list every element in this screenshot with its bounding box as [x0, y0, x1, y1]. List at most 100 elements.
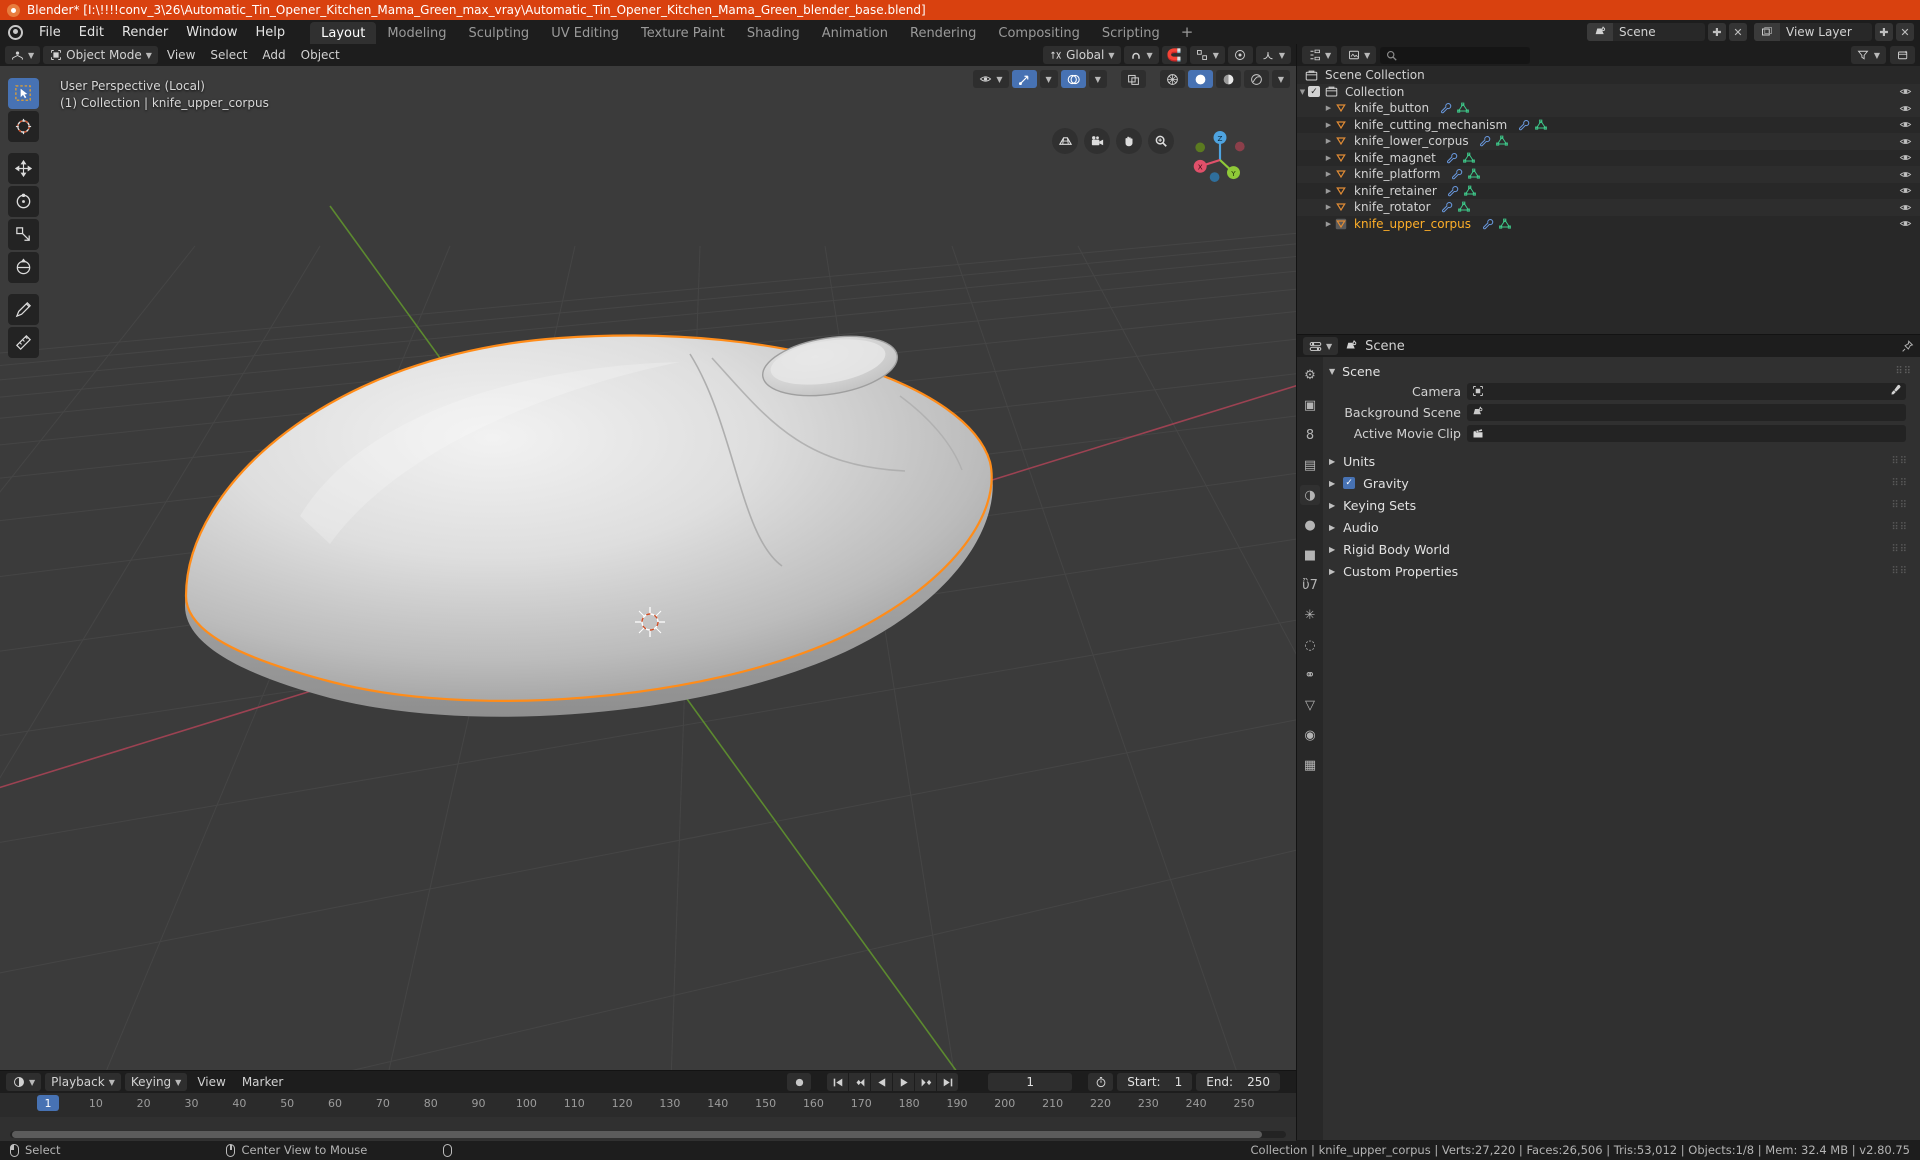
proportional-falloff-toggle[interactable] — [1228, 46, 1253, 64]
menu-edit[interactable]: Edit — [70, 20, 113, 44]
falloff-curve-selector[interactable]: ▼ — [1256, 46, 1291, 64]
pan-hand-icon[interactable] — [1116, 128, 1142, 154]
modifier-wrench-icon[interactable] — [1447, 184, 1460, 197]
section-units[interactable]: ▶ Units ⠿⠿ — [1329, 450, 1912, 472]
mesh-data-icon[interactable] — [1456, 102, 1469, 115]
zoom-magnifier-icon[interactable] — [1148, 128, 1174, 154]
outliner-row-object[interactable]: ▶ knife_button — [1297, 100, 1920, 117]
remove-view-layer-button[interactable]: ✕ — [1896, 23, 1914, 41]
modifier-wrench-icon[interactable] — [1481, 217, 1494, 230]
section-custom-properties[interactable]: ▶ Custom Properties ⠿⠿ — [1329, 560, 1912, 582]
panel-drag-handle[interactable]: ⠿⠿ — [1895, 366, 1912, 377]
tab-sculpting[interactable]: Sculpting — [457, 22, 540, 44]
menu-window[interactable]: Window — [177, 20, 246, 44]
properties-editor-type-selector[interactable]: ▼ — [1303, 337, 1338, 355]
gizmo-toggle-button[interactable] — [1012, 70, 1037, 88]
visibility-eye-icon[interactable] — [1899, 169, 1912, 180]
panel-drag-handle[interactable]: ⠿⠿ — [1891, 566, 1912, 577]
new-view-layer-button[interactable]: ✚ — [1875, 23, 1893, 41]
expand-triangle-icon[interactable]: ▶ — [1323, 170, 1334, 178]
outliner-row-object[interactable]: ▶ knife_rotator — [1297, 199, 1920, 216]
unlink-scene-button[interactable]: ✕ — [1729, 23, 1747, 41]
shading-options-dropdown[interactable]: ▼ — [1272, 70, 1290, 88]
eyedropper-icon[interactable] — [1890, 384, 1902, 399]
modifier-wrench-icon[interactable] — [1441, 201, 1454, 214]
modifier-tab[interactable]: ὒ7 — [1300, 575, 1320, 595]
outliner-row-object[interactable]: ▶ knife_lower_corpus — [1297, 133, 1920, 150]
properties-tab-strip[interactable]: ⚙ ▣ ὚8 ▤ ◑ ● ■ ὒ7 ✳ ◌ ⚭ ▽ ◉ ▦ — [1297, 357, 1323, 1140]
tool-tab[interactable]: ⚙ — [1300, 365, 1320, 385]
panel-drag-handle[interactable]: ⠿⠿ — [1891, 456, 1912, 467]
3d-viewport[interactable]: User Perspective (Local) (1) Collection … — [0, 66, 1296, 1070]
use-preview-range-button[interactable] — [1088, 1073, 1113, 1091]
expand-triangle-icon[interactable]: ▶ — [1323, 121, 1334, 129]
mesh-data-icon[interactable] — [1464, 184, 1477, 197]
interaction-mode-selector[interactable]: Object Mode ▼ — [43, 46, 158, 64]
move-tool[interactable] — [8, 153, 39, 184]
tab-modeling[interactable]: Modeling — [376, 22, 457, 44]
viewport-menu-object[interactable]: Object — [295, 46, 346, 64]
expand-triangle-icon[interactable]: ▶ — [1323, 220, 1334, 228]
section-keying-sets[interactable]: ▶ Keying Sets ⠿⠿ — [1329, 494, 1912, 516]
outliner-row-object[interactable]: ▶ knife_magnet — [1297, 150, 1920, 167]
panel-drag-handle[interactable]: ⠿⠿ — [1891, 522, 1912, 533]
scene-panel-header[interactable]: ▼ Scene ⠿⠿ — [1329, 361, 1912, 381]
panel-drag-handle[interactable]: ⠿⠿ — [1891, 478, 1912, 489]
scale-tool[interactable] — [8, 219, 39, 250]
play-reverse-button[interactable] — [871, 1073, 892, 1091]
menu-render[interactable]: Render — [113, 20, 177, 44]
shading-wireframe-button[interactable] — [1160, 70, 1185, 88]
expand-triangle-icon[interactable]: ▶ — [1323, 203, 1334, 211]
modifier-wrench-icon[interactable] — [1479, 135, 1492, 148]
particles-tab[interactable]: ✳ — [1300, 605, 1320, 625]
tab-rendering[interactable]: Rendering — [899, 22, 987, 44]
tab-animation[interactable]: Animation — [811, 22, 899, 44]
visibility-eye-icon[interactable] — [1899, 185, 1912, 196]
view-layer-selector[interactable]: View Layer — [1754, 23, 1872, 41]
timeline-menu-keying[interactable]: Keying ▼ — [125, 1073, 187, 1091]
section-rigid-body-world[interactable]: ▶ Rigid Body World ⠿⠿ — [1329, 538, 1912, 560]
overlays-toggle-button[interactable] — [1061, 70, 1086, 88]
outliner-display-mode-selector[interactable]: ▼ — [1341, 46, 1376, 64]
timeline-editor-type-selector[interactable]: ▼ — [6, 1073, 41, 1091]
panel-drag-handle[interactable]: ⠿⠿ — [1891, 500, 1912, 511]
timeline-scrollbar-thumb[interactable] — [12, 1131, 1262, 1138]
outliner-row-object[interactable]: ▶ knife_retainer — [1297, 183, 1920, 200]
constraints-tab[interactable]: ⚭ — [1300, 665, 1320, 685]
snap-target-selector[interactable]: ▼ — [1124, 46, 1159, 64]
visibility-eye-icon[interactable] — [1899, 119, 1912, 130]
background-scene-field[interactable] — [1467, 404, 1906, 421]
editor-type-selector[interactable]: ▼ — [5, 46, 40, 64]
outliner-row-collection[interactable]: ▼ ✓ Collection — [1297, 84, 1920, 101]
expand-triangle-icon[interactable]: ▶ — [1323, 137, 1334, 145]
section-checkbox[interactable]: ✓ — [1343, 477, 1355, 489]
active-movie-clip-field[interactable] — [1467, 425, 1906, 442]
visibility-eye-icon[interactable] — [1899, 103, 1912, 114]
snap-toggle-button[interactable]: 🧲 — [1162, 46, 1187, 64]
camera-field[interactable] — [1467, 383, 1906, 400]
tab-shading[interactable]: Shading — [736, 22, 811, 44]
jump-prev-keyframe-button[interactable] — [849, 1073, 870, 1091]
expand-triangle-icon[interactable]: ▼ — [1297, 88, 1308, 96]
modifier-wrench-icon[interactable] — [1517, 118, 1530, 131]
tab-layout[interactable]: Layout — [310, 22, 376, 44]
modifier-wrench-icon[interactable] — [1450, 168, 1463, 181]
end-frame-field[interactable]: End: 250 — [1196, 1073, 1280, 1091]
grid-ortho-icon[interactable] — [1052, 128, 1078, 154]
annotate-tool[interactable] — [8, 294, 39, 325]
outliner-row-scene-collection[interactable]: Scene Collection — [1297, 67, 1920, 84]
visibility-eye-icon[interactable] — [1899, 86, 1912, 97]
visibility-selector[interactable]: ▼ — [973, 70, 1008, 88]
render-tab[interactable]: ▣ — [1300, 395, 1320, 415]
collection-checkbox[interactable]: ✓ — [1308, 86, 1320, 97]
outliner-editor-type-selector[interactable]: ▼ — [1302, 46, 1337, 64]
new-scene-button[interactable]: ✚ — [1708, 23, 1726, 41]
navigation-gizmo[interactable]: Z X Y — [1184, 124, 1256, 196]
frame-range-fields[interactable]: Start: 1 — [1117, 1073, 1192, 1091]
material-tab[interactable]: ◉ — [1300, 725, 1320, 745]
tab-compositing[interactable]: Compositing — [987, 22, 1091, 44]
tweak-select-tool[interactable] — [8, 78, 39, 109]
expand-triangle-icon[interactable]: ▶ — [1323, 104, 1334, 112]
expand-triangle-icon[interactable]: ▶ — [1323, 187, 1334, 195]
outliner-row-object[interactable]: ▶ knife_upper_corpus — [1297, 216, 1920, 233]
